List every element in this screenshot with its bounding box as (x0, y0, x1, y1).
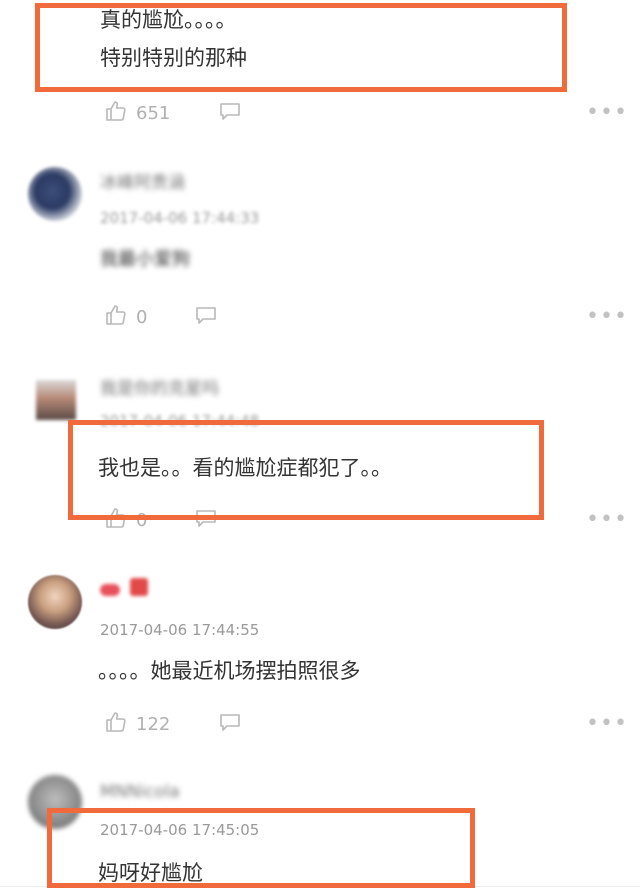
thumbs-up-icon (104, 710, 128, 738)
comment-text: 我最小爱狗 (100, 249, 190, 270)
comment-bubble-icon (218, 710, 242, 738)
comment-text: 。。。。她最近机场摆拍照很多 (98, 659, 361, 683)
comment-bubble-icon (218, 99, 242, 127)
reply-button[interactable] (218, 711, 242, 737)
more-options-button[interactable]: ••• (586, 102, 628, 124)
more-dots-icon: ••• (586, 711, 628, 736)
avatar[interactable] (28, 167, 82, 221)
like-button[interactable]: 0 (104, 304, 147, 330)
thumbs-up-icon (104, 99, 128, 127)
more-options-button[interactable]: ••• (586, 713, 628, 735)
username[interactable]: 冰峰阿贵涵 (100, 168, 185, 193)
highlight-box (68, 420, 544, 520)
comment-timestamp: 2017-04-06 17:44:33 (100, 209, 260, 227)
avatar[interactable] (28, 575, 82, 629)
like-count: 651 (136, 102, 171, 124)
comment-timestamp: 2017-04-06 17:44:55 (100, 621, 260, 639)
highlight-box (47, 808, 475, 888)
username[interactable]: 我是你的克星吗 (100, 374, 219, 399)
like-button[interactable]: 122 (104, 711, 170, 737)
more-dots-icon: ••• (586, 507, 628, 532)
reply-button[interactable] (194, 304, 218, 330)
more-dots-icon: ••• (586, 100, 628, 125)
comment-bubble-icon (194, 303, 218, 331)
like-count: 0 (136, 306, 148, 328)
more-options-button[interactable]: ••• (586, 509, 628, 531)
username[interactable]: MNNicola (100, 782, 180, 802)
thumbs-up-icon (104, 303, 128, 331)
like-button[interactable]: 651 (104, 100, 170, 126)
like-count: 122 (136, 713, 171, 735)
username-emoji[interactable] (100, 578, 152, 600)
reply-button[interactable] (218, 100, 242, 126)
avatar[interactable] (36, 380, 76, 420)
highlight-box (35, 3, 567, 92)
more-options-button[interactable]: ••• (586, 306, 628, 328)
more-dots-icon: ••• (586, 304, 628, 329)
